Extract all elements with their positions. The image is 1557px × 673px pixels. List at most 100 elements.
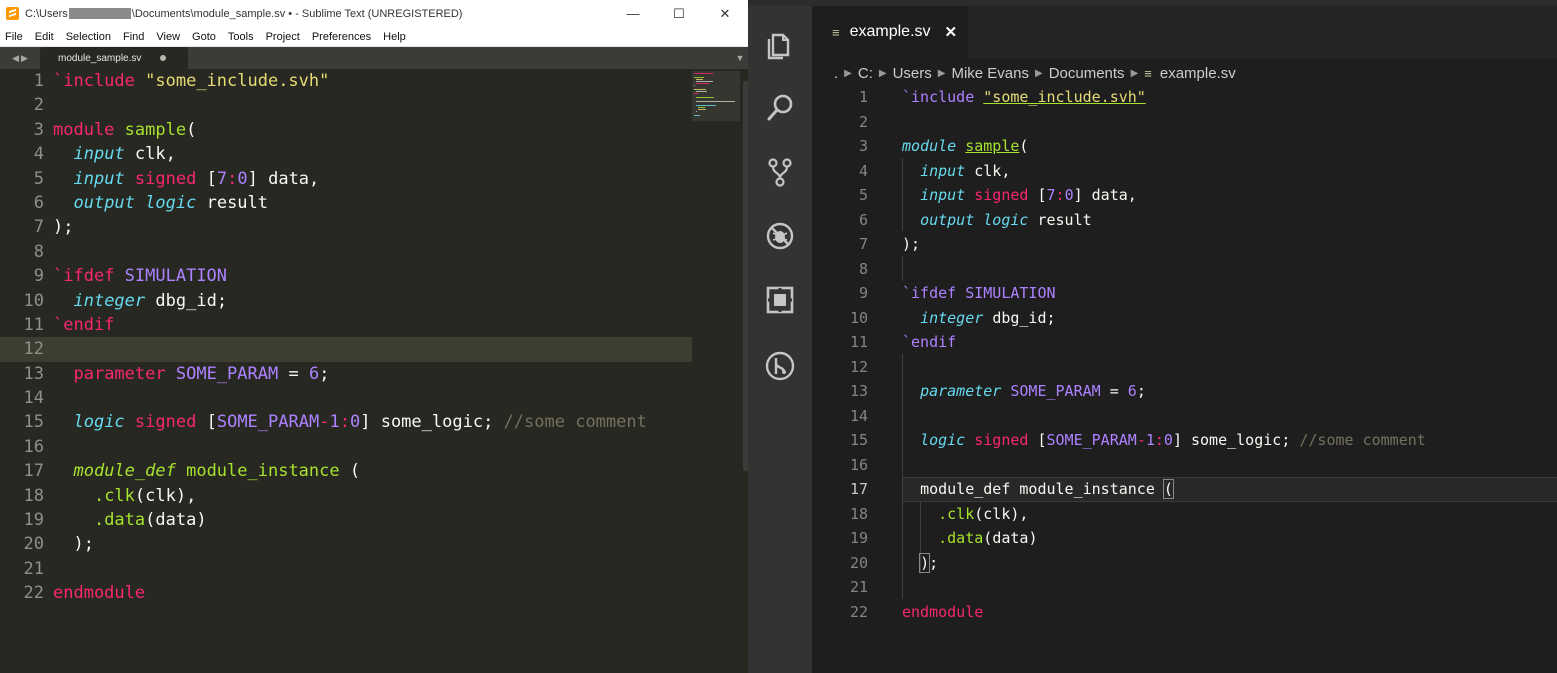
tab-nav-arrows[interactable]: ◀ ▶: [0, 47, 40, 69]
chevron-left-icon[interactable]: ◀: [12, 53, 19, 64]
code-line: );: [53, 217, 74, 238]
breadcrumb-root[interactable]: .: [834, 65, 838, 82]
sublime-titlebar: C:\Users \Documents\module_sample.sv • - …: [0, 0, 748, 27]
code-line: .clk(clk),: [938, 504, 1029, 523]
breadcrumb-documents[interactable]: Documents: [1049, 65, 1125, 82]
tab-dropdown-icon[interactable]: ▼: [732, 47, 748, 69]
chevron-right-icon: ▶: [878, 67, 887, 79]
debug-icon[interactable]: [764, 220, 796, 252]
line-number-gutter: 1 2 3 4 5 6 7 8 9 10 11 12 13 14 15 16 17 18 19 20 21 22: [0, 69, 44, 606]
breadcrumb-file[interactable]: example.sv: [1160, 65, 1236, 82]
code-line: endmodule: [902, 602, 984, 621]
chevron-right-icon[interactable]: ▶: [21, 53, 28, 64]
line-number: 14: [849, 406, 868, 425]
breadcrumb-users[interactable]: Users: [893, 65, 932, 82]
line-number: 15: [849, 431, 868, 449]
menu-project[interactable]: Project: [260, 31, 306, 43]
code-line: integer dbg_id;: [73, 290, 228, 311]
line-number: 8: [33, 241, 44, 262]
chevron-right-icon: ▶: [937, 67, 946, 79]
minimap-line: [696, 91, 707, 92]
tab-label: example.sv: [849, 23, 931, 40]
code-line: `ifdef SIMULATION: [902, 284, 1056, 302]
menu-tools[interactable]: Tools: [222, 31, 260, 43]
close-button[interactable]: ✕: [702, 0, 748, 27]
extensions-icon[interactable]: [764, 284, 796, 316]
code-area[interactable]: `include "some_include.svh" module sampl…: [53, 69, 692, 606]
line-number: 4: [33, 144, 44, 165]
line-number: 13: [849, 382, 868, 400]
menu-find[interactable]: Find: [117, 31, 150, 43]
line-number: 16: [849, 455, 868, 474]
menu-preferences[interactable]: Preferences: [306, 31, 377, 43]
chevron-right-icon: ▶: [1034, 67, 1043, 79]
line-number: 1: [33, 71, 44, 91]
code-line: parameter SOME_PARAM = 6;: [920, 382, 1146, 400]
vscode-editor[interactable]: 1 2 3 4 5 6 7 8 9 10 11 12 13 14 15 16 17 18 19 20 21 22 `inc…: [812, 85, 1557, 673]
code-line: module_def module_instance (: [920, 479, 1174, 499]
minimap-line: [694, 77, 704, 78]
breadcrumb-user[interactable]: Mike Evans: [951, 65, 1029, 82]
files-icon[interactable]: [764, 28, 796, 60]
file-lines-icon: ≡: [1144, 65, 1152, 81]
line-number: 22: [849, 602, 868, 621]
line-number: 6: [858, 210, 868, 229]
menu-help[interactable]: Help: [377, 31, 412, 43]
minimap-line: [698, 109, 706, 110]
line-number: 2: [33, 95, 44, 116]
sublime-editor[interactable]: 1 2 3 4 5 6 7 8 9 10 11 12 13 14 15 16 17 18 19 20 21 22 `inc…: [0, 69, 748, 673]
menu-edit[interactable]: Edit: [29, 31, 60, 43]
vscode-tab-bar: ≡ example.sv ✕: [812, 6, 1557, 58]
search-icon[interactable]: [764, 92, 796, 124]
minimap-line: [694, 115, 700, 116]
line-number: 2: [858, 112, 868, 131]
close-icon[interactable]: ✕: [945, 23, 958, 41]
line-number: 17: [849, 480, 868, 498]
breadcrumb: . ▶ C: ▶ Users ▶ Mike Evans ▶ Documents …: [834, 62, 1236, 84]
line-number: 12: [23, 339, 44, 360]
code-line: logic signed [SOME_PARAM-1:0] some_logic…: [920, 431, 1426, 449]
code-area[interactable]: `include "some_include.svh" module sampl…: [902, 85, 1552, 624]
unsaved-dot-icon[interactable]: [160, 55, 166, 61]
menu-file[interactable]: File: [0, 31, 29, 43]
line-number: 10: [23, 290, 44, 311]
breadcrumb-drive[interactable]: C:: [858, 65, 873, 82]
minimize-button[interactable]: —: [610, 0, 656, 27]
window-title: C:\Users \Documents\module_sample.sv • - …: [25, 8, 462, 20]
line-number: 19: [849, 529, 868, 547]
code-line: input clk,: [73, 144, 176, 165]
chevron-right-icon: ▶: [1130, 67, 1139, 79]
tab-example-sv[interactable]: ≡ example.sv ✕: [812, 6, 968, 58]
code-line: `ifdef SIMULATION: [53, 266, 228, 287]
menu-selection[interactable]: Selection: [60, 31, 117, 43]
minimap-line: [696, 105, 716, 106]
line-number: 4: [858, 161, 868, 180]
minimap-line: [696, 97, 714, 98]
line-number: 5: [33, 168, 44, 189]
code-line: .data(data): [938, 529, 1038, 547]
line-number: 3: [33, 119, 44, 140]
line-number: 20: [849, 553, 868, 572]
menu-goto[interactable]: Goto: [186, 31, 222, 43]
minimap-line: [696, 101, 735, 102]
sublime-app-icon: [6, 7, 19, 20]
minimap-line: [694, 73, 713, 74]
maximize-button[interactable]: ☐: [656, 0, 702, 27]
tab-label: module_sample.sv: [58, 52, 142, 64]
line-number: 11: [23, 314, 44, 335]
source-control-icon[interactable]: [764, 156, 796, 188]
minimap[interactable]: [692, 69, 748, 673]
code-line: parameter SOME_PARAM = 6;: [73, 363, 330, 384]
remote-icon[interactable]: [764, 350, 796, 382]
menu-view[interactable]: View: [150, 31, 186, 43]
line-number: 22: [23, 583, 44, 604]
line-number: 5: [858, 186, 868, 204]
chevron-right-icon: ▶: [844, 67, 852, 79]
tab-module-sample[interactable]: module_sample.sv: [40, 47, 188, 69]
redacted-username: [68, 8, 131, 20]
